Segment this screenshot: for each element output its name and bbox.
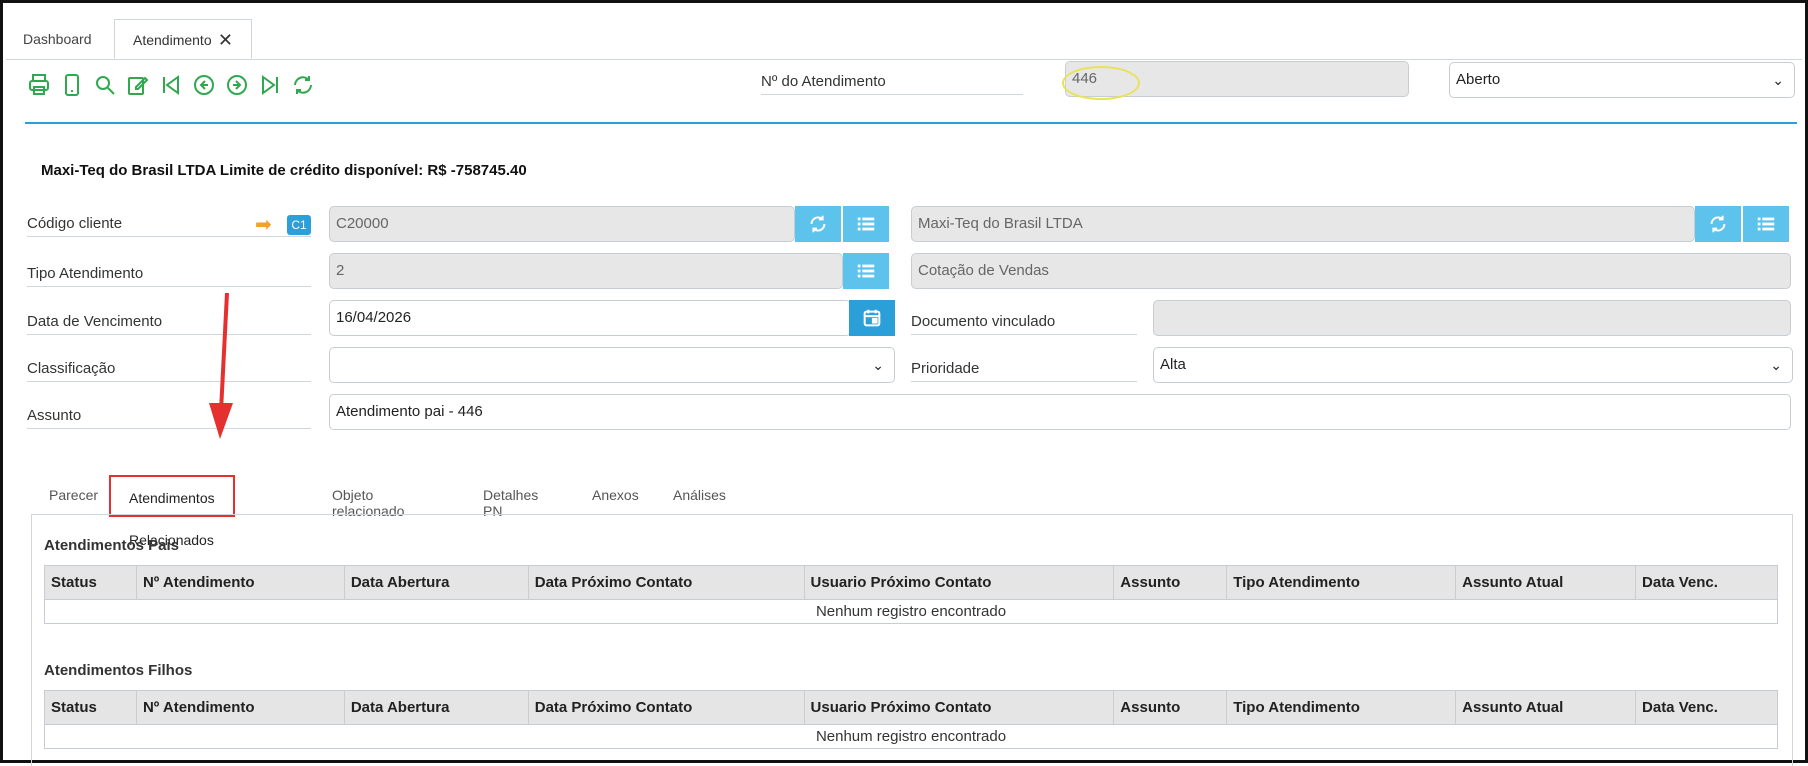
- calendar-icon: [863, 309, 881, 327]
- codigo-cliente-refresh-button[interactable]: [795, 206, 841, 242]
- list-icon: [857, 264, 875, 278]
- tipo-atendimento-field[interactable]: 2: [329, 253, 843, 289]
- highlight-ellipse: [1062, 66, 1140, 100]
- search-icon[interactable]: [93, 73, 119, 99]
- app-frame: Dashboard Atendimento ✕ Nº do Atendiment…: [0, 0, 1808, 766]
- col-data-proximo-contato[interactable]: Data Próximo Contato: [527, 565, 805, 600]
- list-icon: [1757, 217, 1775, 231]
- assunto-field[interactable]: Atendimento pai - 446: [329, 394, 1791, 430]
- table-row: Nenhum registro encontrado: [44, 599, 1778, 624]
- credit-headline: Maxi-Teq do Brasil LTDA Limite de crédit…: [41, 162, 527, 179]
- refresh-icon: [1710, 215, 1726, 233]
- col-usuario-proximo-contato[interactable]: Usuario Próximo Contato: [803, 690, 1115, 725]
- chevron-down-icon: ⌄: [1770, 357, 1782, 373]
- tab-dashboard[interactable]: Dashboard: [23, 19, 92, 59]
- documento-vinculado-label: Documento vinculado: [911, 313, 1137, 335]
- documento-vinculado-field[interactable]: [1153, 300, 1791, 336]
- table-pais: Status Nº Atendimento Data Abertura Data…: [44, 565, 1778, 624]
- c1-badge[interactable]: C1: [287, 215, 311, 235]
- status-select[interactable]: Aberto ⌄: [1449, 62, 1795, 98]
- calendar-button[interactable]: [849, 300, 895, 336]
- col-data-venc[interactable]: Data Venc.: [1635, 690, 1778, 725]
- empty-message: Nenhum registro encontrado: [44, 599, 1778, 624]
- prioridade-label: Prioridade: [911, 360, 1137, 382]
- col-usuario-proximo-contato[interactable]: Usuario Próximo Contato: [803, 565, 1115, 600]
- refresh-icon[interactable]: [291, 73, 317, 99]
- edit-icon[interactable]: [126, 73, 152, 99]
- header-separator: [25, 122, 1797, 124]
- cliente-nome-refresh-button[interactable]: [1695, 206, 1741, 242]
- assunto-label: Assunto: [27, 407, 311, 429]
- codigo-cliente-list-button[interactable]: [843, 206, 889, 242]
- print-icon[interactable]: [27, 73, 53, 99]
- col-data-proximo-contato[interactable]: Data Próximo Contato: [527, 690, 805, 725]
- col-tipo-atendimento[interactable]: Tipo Atendimento: [1226, 690, 1457, 725]
- cliente-nome-field[interactable]: Maxi-Teq do Brasil LTDA: [911, 206, 1695, 242]
- close-icon[interactable]: ✕: [218, 20, 233, 60]
- col-numero[interactable]: Nº Atendimento: [135, 690, 345, 725]
- arrow-right-icon[interactable]: ➡: [255, 215, 272, 235]
- col-assunto-atual[interactable]: Assunto Atual: [1455, 565, 1637, 600]
- tab-anexos[interactable]: Anexos: [592, 487, 639, 503]
- table-filhos: Status Nº Atendimento Data Abertura Data…: [44, 690, 1778, 749]
- first-icon[interactable]: [159, 73, 185, 99]
- col-assunto-atual[interactable]: Assunto Atual: [1455, 690, 1637, 725]
- prioridade-select[interactable]: Alta ⌄: [1153, 347, 1793, 383]
- status-select-value: Aberto: [1456, 71, 1501, 88]
- next-icon[interactable]: [225, 73, 251, 99]
- chevron-down-icon: ⌄: [1772, 72, 1784, 88]
- col-data-venc[interactable]: Data Venc.: [1635, 565, 1778, 600]
- chevron-down-icon: ⌄: [872, 357, 884, 373]
- col-assunto[interactable]: Assunto: [1113, 690, 1228, 725]
- tipo-atendimento-desc-field[interactable]: Cotação de Vendas: [911, 253, 1791, 289]
- prioridade-value: Alta: [1160, 356, 1186, 373]
- tab-atendimento-label: Atendimento: [133, 32, 212, 48]
- cliente-nome-list-button[interactable]: [1743, 206, 1789, 242]
- tab-atendimentos-relacionados[interactable]: Atendimentos Relacionados: [109, 475, 235, 548]
- codigo-cliente-field[interactable]: C20000: [329, 206, 795, 242]
- col-tipo-atendimento[interactable]: Tipo Atendimento: [1226, 565, 1457, 600]
- prev-icon[interactable]: [192, 73, 218, 99]
- tab-analises[interactable]: Análises: [673, 487, 726, 503]
- list-icon: [857, 217, 875, 231]
- tab-atendimento[interactable]: Atendimento ✕: [114, 19, 252, 59]
- tabs-divider: [6, 59, 1802, 60]
- refresh-icon: [810, 215, 826, 233]
- tab-parecer[interactable]: Parecer: [49, 487, 98, 503]
- col-status[interactable]: Status: [44, 565, 137, 600]
- tipo-atendimento-list-button[interactable]: [843, 253, 889, 289]
- table-row: Nenhum registro encontrado: [44, 724, 1778, 749]
- last-icon[interactable]: [258, 73, 284, 99]
- section-title-filhos: Atendimentos Filhos: [44, 662, 193, 679]
- annotation-arrow: [209, 293, 233, 439]
- section-title-pais: Atendimentos Pais: [44, 537, 180, 554]
- col-status[interactable]: Status: [44, 690, 137, 725]
- col-assunto[interactable]: Assunto: [1113, 565, 1228, 600]
- classificacao-select[interactable]: ⌄: [329, 347, 895, 383]
- data-vencimento-field[interactable]: 16/04/2026: [329, 300, 851, 336]
- col-data-abertura[interactable]: Data Abertura: [343, 565, 529, 600]
- mobile-icon[interactable]: [60, 73, 86, 99]
- col-numero[interactable]: Nº Atendimento: [135, 565, 345, 600]
- classificacao-label: Classificação: [27, 360, 311, 382]
- col-data-abertura[interactable]: Data Abertura: [343, 690, 529, 725]
- data-vencimento-label: Data de Vencimento: [27, 313, 311, 335]
- numero-atendimento-label: Nº do Atendimento: [761, 73, 1023, 95]
- empty-message: Nenhum registro encontrado: [44, 724, 1778, 749]
- tipo-atendimento-label: Tipo Atendimento: [27, 265, 311, 287]
